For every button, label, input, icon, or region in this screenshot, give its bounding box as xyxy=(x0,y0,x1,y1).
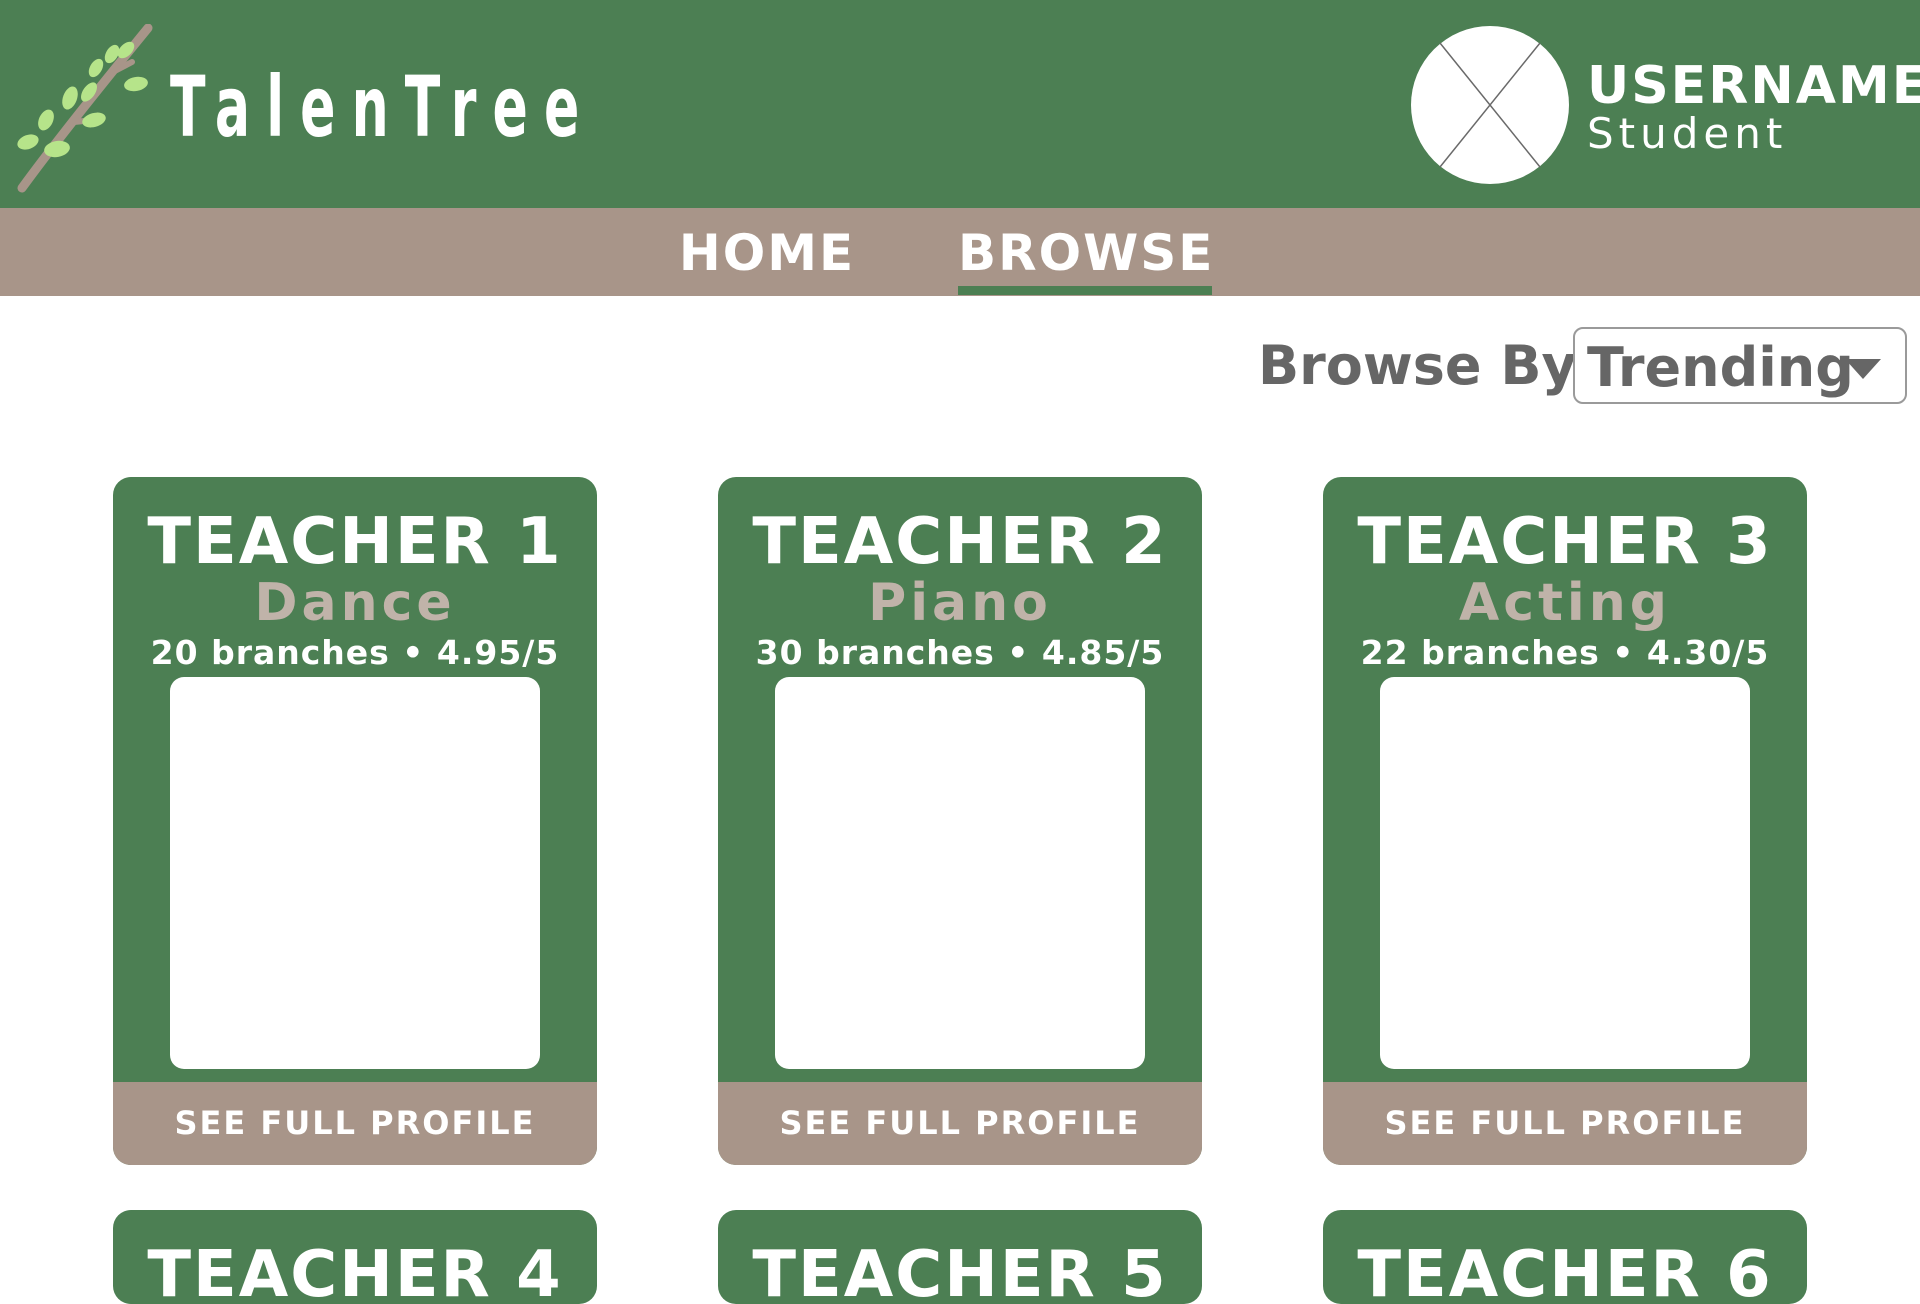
nav-home-link[interactable]: HOME xyxy=(672,208,862,296)
app-header: TalenTree USERNAME Student xyxy=(0,0,1920,208)
teacher-stats: 30 branches • 4.85/5 xyxy=(755,633,1165,672)
nav-browse-link[interactable]: BROWSE xyxy=(958,208,1212,296)
chevron-down-icon xyxy=(1845,359,1881,379)
teacher-card: TEACHER 6 xyxy=(1323,1210,1807,1304)
teacher-name: TEACHER 4 xyxy=(147,1238,563,1304)
teacher-skill: Piano xyxy=(868,573,1052,633)
browse-by-label: Browse By xyxy=(1258,334,1577,397)
active-tab-indicator xyxy=(958,286,1212,295)
teacher-name: TEACHER 1 xyxy=(147,505,563,579)
teacher-name: TEACHER 6 xyxy=(1357,1238,1773,1304)
teacher-card: TEACHER 5 xyxy=(718,1210,1202,1304)
teacher-skill: Dance xyxy=(254,573,456,633)
teacher-card: TEACHER 1 Dance 20 branches • 4.95/5 SEE… xyxy=(113,477,597,1165)
branch-logo-icon xyxy=(17,24,153,193)
teacher-card: TEACHER 4 xyxy=(113,1210,597,1304)
see-full-profile-button[interactable]: SEE FULL PROFILE xyxy=(113,1082,597,1165)
see-full-profile-button[interactable]: SEE FULL PROFILE xyxy=(1323,1082,1807,1165)
user-role: Student xyxy=(1587,109,1788,158)
brand-title: TalenTree xyxy=(170,58,596,156)
teacher-photo-placeholder xyxy=(1380,677,1750,1069)
teacher-skill: Acting xyxy=(1459,573,1671,633)
teacher-photo-placeholder xyxy=(775,677,1145,1069)
teacher-photo-placeholder xyxy=(170,677,540,1069)
see-full-profile-button[interactable]: SEE FULL PROFILE xyxy=(718,1082,1202,1165)
teacher-card: TEACHER 3 Acting 22 branches • 4.30/5 SE… xyxy=(1323,477,1807,1165)
nav-bar: HOME BROWSE xyxy=(0,208,1920,296)
teacher-card: TEACHER 2 Piano 30 branches • 4.85/5 SEE… xyxy=(718,477,1202,1165)
avatar-placeholder-icon[interactable] xyxy=(1410,25,1570,185)
teacher-name: TEACHER 5 xyxy=(752,1238,1168,1304)
browse-by-dropdown[interactable]: Trending xyxy=(1573,327,1907,404)
teacher-name: TEACHER 2 xyxy=(752,505,1168,579)
teacher-stats: 20 branches • 4.95/5 xyxy=(150,633,560,672)
dropdown-selected-value: Trending xyxy=(1587,336,1854,399)
username: USERNAME xyxy=(1587,56,1920,116)
teacher-stats: 22 branches • 4.30/5 xyxy=(1360,633,1770,672)
teacher-name: TEACHER 3 xyxy=(1357,505,1773,579)
